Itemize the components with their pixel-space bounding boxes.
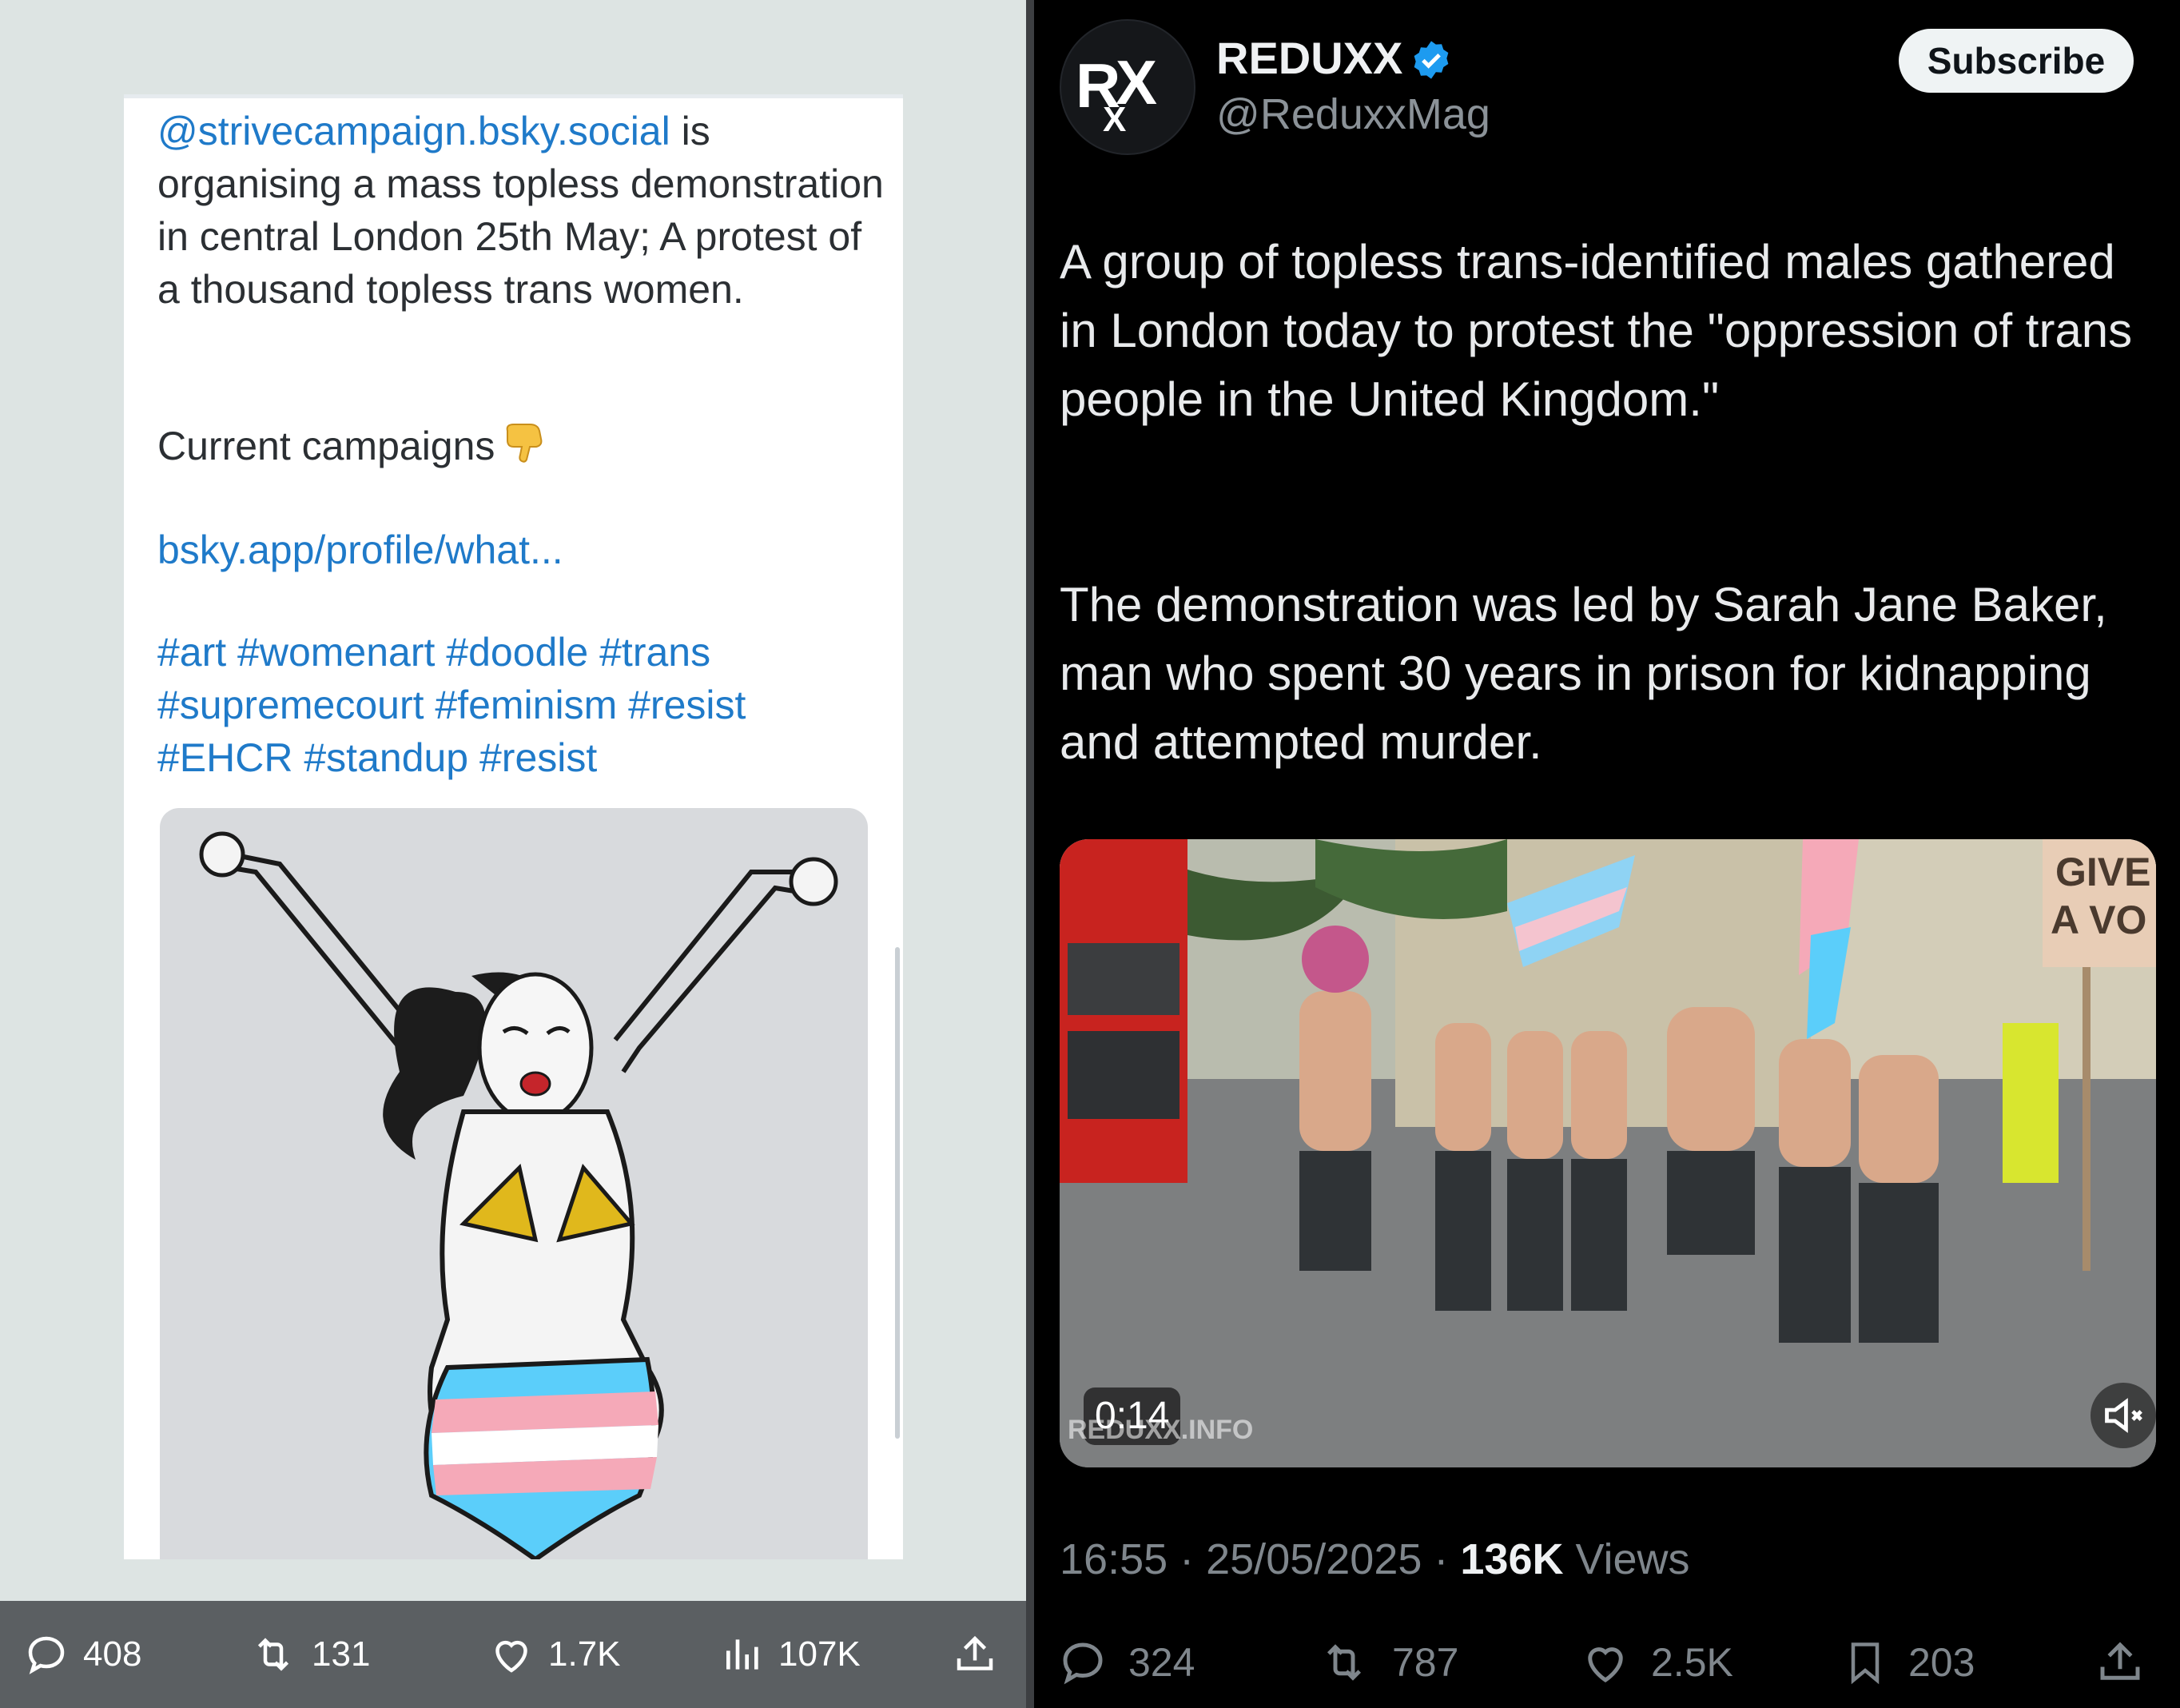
left-views-button[interactable]: 107K: [721, 1601, 861, 1708]
right-like-count: 2.5K: [1651, 1640, 1733, 1685]
bookmark-icon: [1851, 1642, 1880, 1685]
right-reply-count: 324: [1128, 1640, 1195, 1685]
right-repost-count: 787: [1392, 1640, 1459, 1685]
illustration-figure: [199, 831, 838, 1559]
video-watermark: REDUXX.INFO: [1068, 1415, 1254, 1445]
left-repost-count: 131: [312, 1634, 371, 1674]
verified-badge-icon: [1414, 41, 1449, 79]
panel-divider: [1026, 0, 1034, 1708]
left-action-bar: 408 131 1.7K 107K: [0, 1601, 1026, 1708]
sign-line-1: GIVE: [2055, 850, 2150, 894]
like-icon: [495, 1640, 527, 1673]
left-screenshot-panel: @strivecampaign.bsky.social is organisin…: [0, 0, 1026, 1708]
right-bookmark-count: 203: [1908, 1640, 1975, 1685]
hashtags-line-3[interactable]: #EHCR #standup #resist: [157, 731, 893, 784]
left-reply-count: 408: [83, 1634, 142, 1674]
mute-icon: [2105, 1398, 2142, 1433]
pointing-down-emoji: [503, 420, 547, 477]
tweet-timestamp[interactable]: 16:55 · 25/05/2025 ·: [1060, 1535, 1460, 1583]
tweet-paragraph-2: The demonstration was led by Sarah Jane …: [1060, 578, 2107, 769]
right-share-button[interactable]: [2094, 1630, 2166, 1694]
left-share-button[interactable]: [951, 1601, 1012, 1708]
right-reply-button[interactable]: 324: [1056, 1630, 1195, 1694]
video-frame: GIVE A VO: [1060, 839, 2156, 1467]
hashtags-line-1[interactable]: #art #womenart #doodle #trans: [157, 626, 893, 679]
tweet-meta: 16:55 · 25/05/2025 · 136K Views: [1060, 1535, 1690, 1584]
share-icon: [957, 1635, 993, 1670]
right-bookmark-button[interactable]: 203: [1841, 1630, 1975, 1694]
right-like-button[interactable]: 2.5K: [1579, 1630, 1733, 1694]
avatar[interactable]: R X X: [1060, 19, 1195, 155]
bluesky-post-card: @strivecampaign.bsky.social is organisin…: [124, 94, 903, 1559]
reduxx-logo-icon: R X X: [1076, 47, 1157, 139]
repost-icon: [1327, 1644, 1362, 1681]
hashtags-line-2[interactable]: #supremecourt #feminism #resist: [157, 679, 893, 731]
author-handle[interactable]: @ReduxxMag: [1216, 90, 1490, 139]
mute-button[interactable]: [2090, 1383, 2156, 1448]
sign-line-2: A VO: [2051, 898, 2146, 942]
views-count: 136K: [1460, 1535, 1564, 1583]
tweet-paragraph-1: A group of topless trans-identified male…: [1060, 235, 2133, 426]
author-name[interactable]: REDUXX: [1216, 32, 1402, 84]
left-reply-button[interactable]: 408: [22, 1601, 141, 1708]
left-like-button[interactable]: 1.7K: [487, 1601, 621, 1708]
like-icon: [1588, 1647, 1623, 1682]
profile-link[interactable]: bsky.app/profile/what...: [157, 524, 893, 576]
campaigns-label: Current campaigns: [157, 424, 495, 468]
card-scrollbar[interactable]: [895, 947, 900, 1439]
post-body-text: @strivecampaign.bsky.social is organisin…: [157, 105, 893, 316]
video-player[interactable]: GIVE A VO 0:14 REDUXX.INFO: [1060, 839, 2156, 1467]
left-like-count: 1.7K: [548, 1634, 621, 1674]
mention-link[interactable]: @strivecampaign.bsky.social: [157, 109, 670, 153]
views-icon: [726, 1639, 758, 1670]
svg-text:X: X: [1103, 100, 1126, 139]
views-label: Views: [1563, 1535, 1690, 1583]
post-illustration[interactable]: [160, 808, 868, 1559]
reply-icon: [1063, 1642, 1103, 1685]
repost-icon: [257, 1638, 289, 1671]
right-screenshot-panel: R X X REDUXX @ReduxxMag Subscribe A grou…: [1034, 0, 2180, 1708]
campaigns-line: Current campaigns: [157, 420, 893, 477]
left-repost-button[interactable]: 131: [248, 1601, 370, 1708]
left-views-count: 107K: [778, 1634, 861, 1674]
share-icon: [2100, 1642, 2140, 1680]
subscribe-button[interactable]: Subscribe: [1899, 29, 2134, 93]
reply-icon: [28, 1636, 65, 1674]
right-repost-button[interactable]: 787: [1315, 1630, 1458, 1694]
